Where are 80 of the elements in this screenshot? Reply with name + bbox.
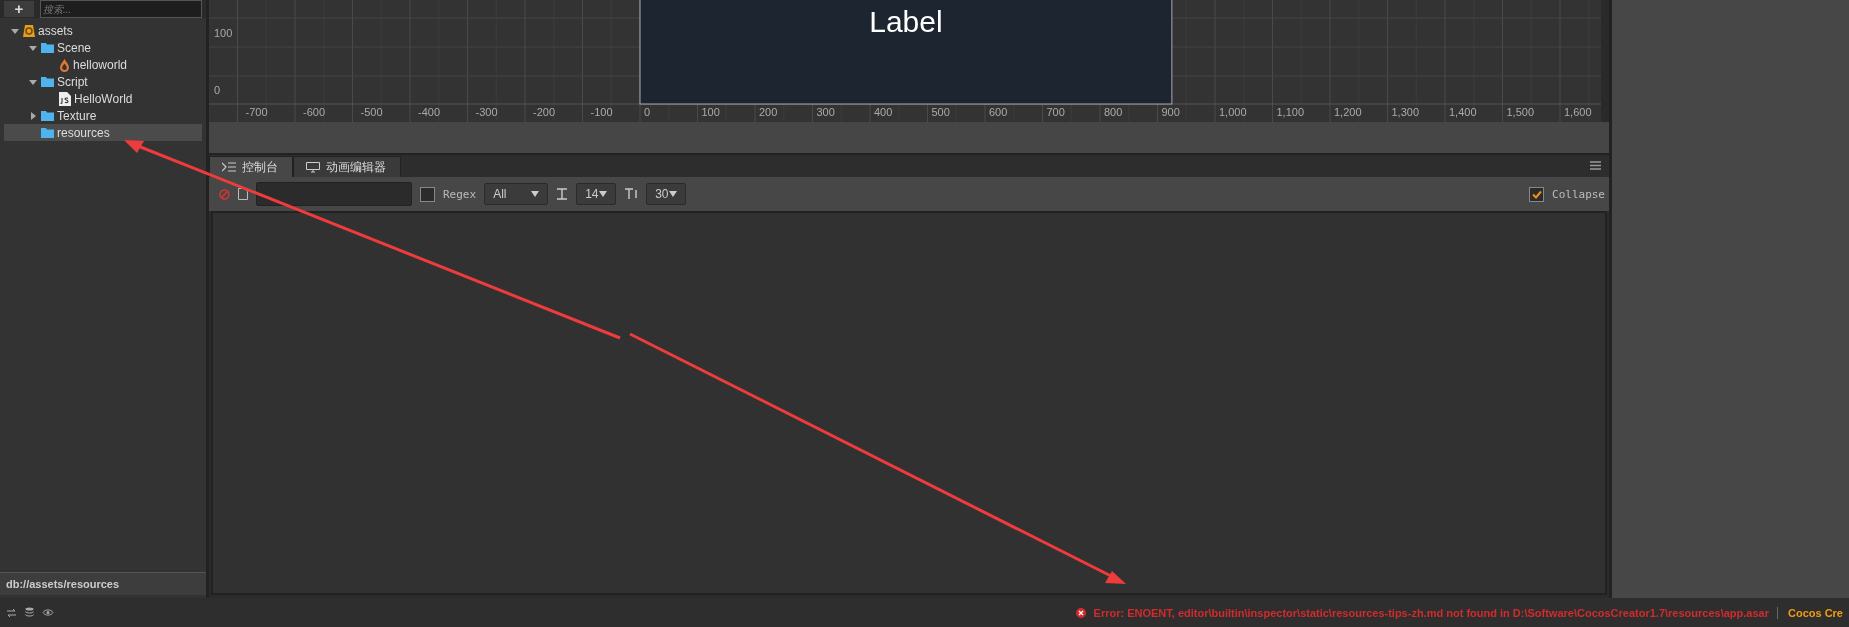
tree-item[interactable]: Texture <box>4 107 202 124</box>
line-count-select[interactable]: 30 <box>646 183 687 205</box>
regex-label: Regex <box>443 187 477 201</box>
document-icon[interactable] <box>238 188 248 200</box>
tree-item[interactable]: assets <box>4 22 202 39</box>
error-message: Error: ENOENT, editor\builtin\inspector\static\resources-tips-zh.md not found in D:\Software\CocosCreator1.7\resources\app.asar <box>1093 606 1769 619</box>
axis-label: 1,200 <box>1334 106 1362 118</box>
axis-label: 200 <box>759 106 778 118</box>
tree-item[interactable]: resources <box>4 124 202 141</box>
caret-down-icon <box>531 191 540 197</box>
axis-label: 0 <box>644 106 651 118</box>
search-field[interactable]: 搜索... <box>40 0 202 18</box>
tree-item[interactable]: HelloWorld <box>4 90 202 107</box>
axis-label: 1,500 <box>1506 106 1535 118</box>
add-button[interactable]: + <box>4 1 34 17</box>
tree-item[interactable]: Script <box>4 73 202 90</box>
caret-down-icon[interactable] <box>29 43 37 52</box>
tree-item-label: helloworld <box>73 57 128 72</box>
tree-item-label: Scene <box>57 40 92 55</box>
axis-label: 400 <box>874 106 893 118</box>
filter-field[interactable] <box>256 182 412 206</box>
caret-right-icon[interactable] <box>29 111 37 120</box>
caret-down-icon <box>599 191 608 197</box>
tree-item-label: assets <box>38 23 73 38</box>
axis-label: -600 <box>303 106 326 118</box>
folder-icon <box>41 42 54 53</box>
eye-icon[interactable] <box>42 608 54 617</box>
axis-label: 500 <box>931 106 950 118</box>
path-field: db://assets/resources <box>0 572 206 595</box>
panel-tab[interactable]: 控制台 <box>209 156 293 177</box>
caret-down-icon[interactable] <box>29 77 37 86</box>
tree-item-label: Script <box>57 74 88 89</box>
axis-label: 0 <box>214 84 221 96</box>
axis-label: 900 <box>1161 106 1180 118</box>
tree-item[interactable]: helloworld <box>4 56 202 73</box>
axis-label: 1,600 <box>1564 106 1592 118</box>
axis-label: 600 <box>989 106 1008 118</box>
folder-icon <box>41 127 54 138</box>
axis-label: 1,000 <box>1219 106 1247 118</box>
caret-down-icon[interactable] <box>11 26 19 35</box>
regex-checkbox[interactable] <box>420 186 435 202</box>
collapse-label: Collapse <box>1552 187 1605 201</box>
collapse-checkbox[interactable] <box>1529 186 1544 202</box>
tree-item-label: Texture <box>57 108 97 123</box>
folder-icon <box>41 76 54 87</box>
level-select[interactable]: All <box>484 183 549 205</box>
brand-text: Cocos Cre <box>1776 606 1843 619</box>
panel-tab[interactable]: 动画编辑器 <box>293 156 401 177</box>
axis-label: 100 <box>214 27 233 39</box>
axis-label: -400 <box>418 106 441 118</box>
monitor-icon <box>306 161 320 173</box>
database-icon <box>23 23 35 38</box>
axis-label: -300 <box>475 106 498 118</box>
axis-label: 1,300 <box>1391 106 1420 118</box>
console-icon <box>222 162 236 172</box>
axis-label: 700 <box>1046 106 1065 118</box>
canvas-label-text: Label <box>869 5 943 38</box>
tree-item-label: HelloWorld <box>74 91 133 106</box>
flame-icon <box>59 57 70 72</box>
database-icon[interactable] <box>25 607 34 618</box>
axis-label: 800 <box>1104 106 1123 118</box>
axis-label: -200 <box>533 106 556 118</box>
font-size-icon[interactable] <box>556 188 569 200</box>
caret-down-icon <box>669 191 678 197</box>
axis-label: 100 <box>701 106 720 118</box>
font-size-select[interactable]: 14 <box>576 183 617 205</box>
axis-label: 300 <box>816 106 835 118</box>
tree-item-label: resources <box>57 125 110 140</box>
line-height-icon[interactable] <box>624 188 639 200</box>
axis-label: -700 <box>245 106 268 118</box>
script-file-icon <box>59 91 71 106</box>
axis-label: -500 <box>360 106 383 118</box>
tree-item[interactable]: Scene <box>4 39 202 56</box>
folder-icon <box>41 110 54 121</box>
axis-label: 1,100 <box>1276 106 1305 118</box>
axis-label: 1,400 <box>1449 106 1477 118</box>
axis-label: -100 <box>590 106 613 118</box>
sync-icon[interactable] <box>6 607 17 618</box>
error-icon <box>1075 607 1086 618</box>
menu-icon[interactable] <box>1590 161 1601 170</box>
